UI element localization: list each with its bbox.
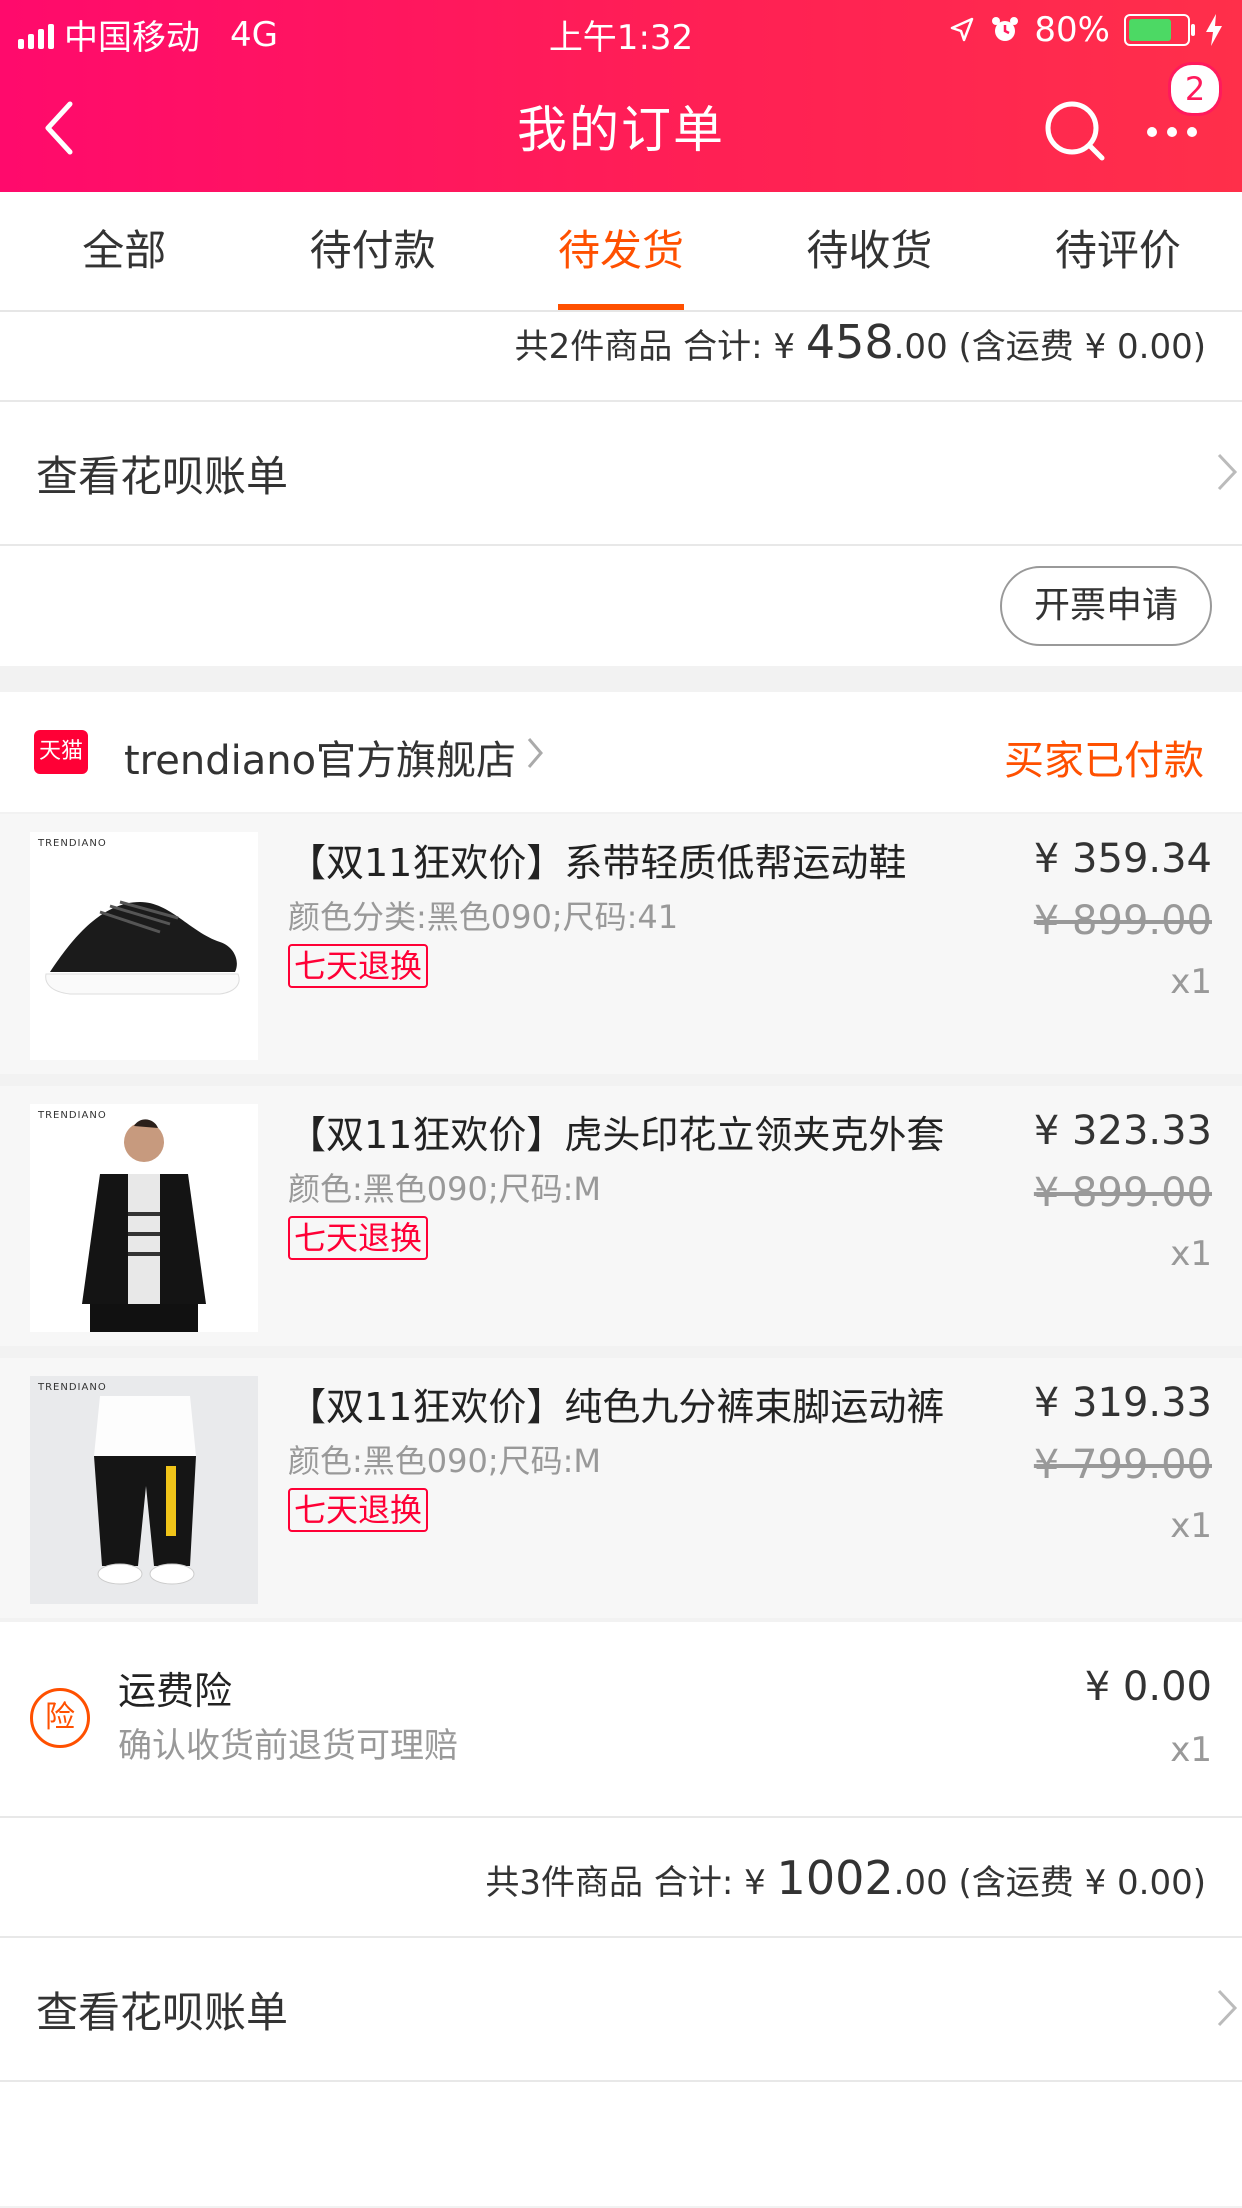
divider (0, 2080, 1242, 2082)
insurance-title: 运费险 (118, 1669, 233, 1713)
shop-header: 天猫 trendiano官方旗舰店 买家已付款 (0, 692, 1242, 812)
search-icon[interactable] (1040, 96, 1110, 166)
order-item[interactable]: TRENDIANO 【双11狂欢价】虎头印花立领夹克外套 颜色:黑色090;尺码… (0, 1086, 1242, 1346)
notification-badge: 2 (1168, 62, 1222, 116)
chevron-right-icon (1217, 1989, 1238, 2027)
product-price: ¥ 323.33 (1033, 1108, 1212, 1154)
divider (0, 544, 1242, 546)
tab-all[interactable]: 全部 (0, 192, 248, 310)
order-total: 458 (805, 315, 894, 369)
return-policy-badge: 七天退换 (288, 944, 429, 988)
order-tabs: 全部 待付款 待发货 待收货 待评价 (0, 192, 1242, 312)
order-item[interactable]: TRENDIANO 【双11狂欢价】系带轻质低帮运动鞋 颜色分类:黑色090;尺… (0, 814, 1242, 1074)
alarm-icon (992, 17, 1019, 41)
product-spec: 颜色:黑色090;尺码:M (288, 1442, 602, 1480)
return-policy-badge: 七天退换 (288, 1216, 429, 1260)
product-image: TRENDIANO (30, 832, 258, 1060)
original-price: ¥ 799.00 (1033, 1442, 1212, 1488)
original-price: ¥ 899.00 (1033, 1170, 1212, 1216)
header: 中国移动 4G 上午1:32 80% 我的订单 2 (0, 0, 1242, 192)
order-status: 买家已付款 (1004, 738, 1204, 784)
battery-icon (1124, 14, 1195, 46)
insurance-icon: 险 (30, 1688, 90, 1748)
original-price: ¥ 899.00 (1033, 898, 1212, 944)
jacket-image (82, 1119, 206, 1332)
charging-icon (1206, 14, 1222, 46)
product-quantity: x1 (1170, 1506, 1212, 1546)
nav-bar: 我的订单 2 (0, 62, 1242, 192)
order-summary: 共2件商品 合计: ¥ 458.00 (含运费 ¥ 0.00) (514, 315, 1206, 369)
status-bar: 中国移动 4G 上午1:32 80% (0, 0, 1242, 62)
shipping-insurance-row: 险 运费险 确认收货前退货可理赔 ¥ 0.00 x1 (0, 1622, 1242, 1816)
location-icon (951, 17, 974, 42)
product-name: 【双11狂欢价】虎头印花立领夹克外套 (288, 1113, 945, 1157)
chevron-right-icon (1217, 453, 1238, 491)
huabei-bill-label: 查看花呗账单 (36, 451, 289, 501)
insurance-quantity: x1 (1170, 1730, 1212, 1770)
product-image: TRENDIANO (30, 1104, 258, 1332)
insurance-price: ¥ 0.00 (1084, 1664, 1212, 1710)
order-card-2-footer: 共3件商品 合计: ¥ 1002.00 (含运费 ¥ 0.00) 查看花呗账单 (0, 1816, 1242, 2206)
huabei-bill-link[interactable]: 查看花呗账单 (0, 1938, 1242, 2080)
return-policy-badge: 七天退换 (288, 1488, 429, 1532)
insurance-desc: 确认收货前退货可理赔 (118, 1726, 458, 1766)
product-name: 【双11狂欢价】系带轻质低帮运动鞋 (288, 841, 907, 885)
battery-percent: 80% (1034, 10, 1110, 50)
huabei-bill-label: 查看花呗账单 (36, 1987, 289, 2037)
huabei-bill-link[interactable]: 查看花呗账单 (0, 402, 1242, 544)
tab-pending-receipt[interactable]: 待收货 (745, 192, 993, 310)
pants-image (94, 1396, 196, 1585)
product-image: TRENDIANO (30, 1376, 258, 1604)
product-price: ¥ 359.34 (1033, 836, 1212, 882)
order-item[interactable]: TRENDIANO 【双11狂欢价】纯色九分裤束脚运动裤 颜色:黑色090;尺码… (0, 1358, 1242, 1618)
shoe-image (45, 900, 240, 995)
product-quantity: x1 (1170, 962, 1212, 1002)
shop-name-link[interactable]: trendiano官方旗舰店 (124, 728, 516, 786)
tab-pending-payment[interactable]: 待付款 (248, 192, 496, 310)
tab-pending-review[interactable]: 待评价 (994, 192, 1242, 310)
product-name: 【双11狂欢价】纯色九分裤束脚运动裤 (288, 1385, 945, 1429)
tab-pending-shipment[interactable]: 待发货 (497, 192, 745, 310)
product-quantity: x1 (1170, 1234, 1212, 1274)
invoice-request-button[interactable]: 开票申请 (999, 566, 1212, 646)
order-total: 1002 (776, 1851, 894, 1905)
chevron-right-icon (527, 738, 543, 768)
product-spec: 颜色:黑色090;尺码:M (288, 1170, 602, 1208)
order-card-1: 共2件商品 合计: ¥ 458.00 (含运费 ¥ 0.00) 查看花呗账单 开… (0, 312, 1242, 666)
order-summary: 共3件商品 合计: ¥ 1002.00 (含运费 ¥ 0.00) (485, 1851, 1206, 1905)
product-spec: 颜色分类:黑色090;尺码:41 (288, 898, 679, 936)
product-price: ¥ 319.33 (1033, 1380, 1212, 1426)
tmall-logo: 天猫 (34, 730, 88, 774)
